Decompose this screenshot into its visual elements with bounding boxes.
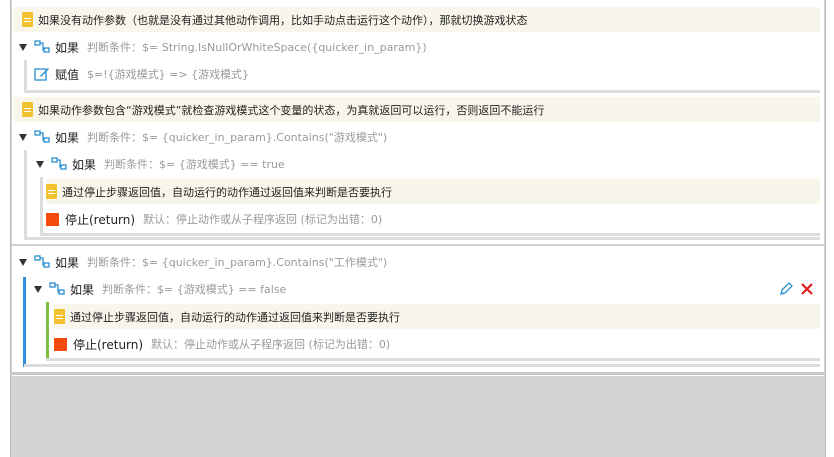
if-step-3a-header[interactable]: 如果 判断条件：$= {游戏模式} == false bbox=[30, 277, 820, 301]
stop-icon bbox=[54, 337, 67, 351]
if-step-1: 如果 判断条件：$= String.IsNullOrWhiteSpace({qu… bbox=[14, 35, 820, 93]
if-step-2-guide bbox=[24, 150, 27, 240]
collapse-caret-icon[interactable] bbox=[36, 160, 44, 168]
if-step-3-header[interactable]: 如果 判断条件：$= {quicker_in_param}.Contains("… bbox=[14, 250, 820, 274]
if-condition: 判断条件：$= {游戏模式} == false bbox=[102, 283, 287, 296]
if-condition: 判断条件：$= String.IsNullOrWhiteSpace({quick… bbox=[87, 41, 427, 54]
if-step-1-header[interactable]: 如果 判断条件：$= String.IsNullOrWhiteSpace({qu… bbox=[14, 35, 820, 59]
note-icon bbox=[22, 102, 33, 117]
if-condition: 判断条件：$= {quicker_in_param}.Contains("工作模… bbox=[87, 256, 388, 269]
if-step-3-bottom bbox=[24, 364, 820, 367]
collapse-caret-icon[interactable] bbox=[34, 285, 42, 293]
collapse-caret-icon[interactable] bbox=[19, 43, 27, 51]
comment-step-3[interactable]: 通过停止步骤返回值，自动运行的动作通过返回值来判断是否要执行 bbox=[46, 179, 820, 204]
branch-icon bbox=[34, 40, 50, 53]
selection-bar bbox=[23, 277, 26, 367]
close-icon[interactable] bbox=[800, 282, 814, 296]
inner-selection-bar bbox=[46, 302, 49, 359]
if-step-3: 如果 判断条件：$= {quicker_in_param}.Contains("… bbox=[14, 250, 820, 368]
assign-keyword: 赋值 bbox=[55, 67, 80, 82]
if-step-3a-bottom bbox=[46, 358, 820, 361]
panel-bottom-border bbox=[12, 372, 824, 375]
if-step-2a: 如果 判断条件：$= {游戏模式} == true 通过停止步骤返回值，自动运行… bbox=[32, 152, 820, 236]
if-step-2a-guide bbox=[40, 177, 43, 236]
branch-icon bbox=[49, 282, 65, 295]
comment-step-2[interactable]: 如果动作参数包含“游戏模式”就检查游戏模式这个变量的状态，为真就返回可以运行，否… bbox=[14, 97, 820, 122]
stop-icon bbox=[46, 212, 59, 226]
if-keyword: 如果 bbox=[55, 130, 80, 145]
if-step-1-guide bbox=[24, 60, 27, 93]
if-step-2: 如果 判断条件：$= {quicker_in_param}.Contains("… bbox=[14, 125, 820, 240]
assign-step[interactable]: 赋值 $=!{游戏模式} => {游戏模式} bbox=[32, 62, 818, 86]
comment-text: 通过停止步骤返回值，自动运行的动作通过返回值来判断是否要执行 bbox=[62, 185, 392, 199]
if-condition: 判断条件：$= {游戏模式} == true bbox=[104, 158, 285, 171]
if-condition: 判断条件：$= {quicker_in_param}.Contains("游戏模… bbox=[87, 131, 388, 144]
collapse-caret-icon[interactable] bbox=[19, 133, 27, 141]
stop-description: 默认：停止动作或从子程序返回 (标记为出错：0) bbox=[143, 213, 383, 226]
collapse-caret-icon[interactable] bbox=[19, 258, 27, 266]
if-keyword: 如果 bbox=[55, 255, 80, 270]
if-step-2-header[interactable]: 如果 判断条件：$= {quicker_in_param}.Contains("… bbox=[14, 125, 820, 149]
if-keyword: 如果 bbox=[55, 40, 80, 55]
note-icon bbox=[54, 309, 65, 324]
if-step-2-bottom bbox=[24, 237, 820, 240]
divider bbox=[12, 244, 824, 246]
stop-step-2[interactable]: 停止(return) 默认：停止动作或从子程序返回 (标记为出错：0) bbox=[54, 332, 820, 356]
comment-text: 如果没有动作参数（也就是没有通过其他动作调用，比如手动点击运行这个动作），那就切… bbox=[38, 13, 528, 27]
note-icon bbox=[46, 184, 57, 199]
comment-text: 通过停止步骤返回值，自动运行的动作通过返回值来判断是否要执行 bbox=[70, 310, 400, 324]
if-keyword: 如果 bbox=[70, 282, 95, 297]
if-keyword: 如果 bbox=[72, 157, 97, 172]
branch-icon bbox=[34, 130, 50, 143]
branch-icon bbox=[51, 157, 67, 170]
note-icon bbox=[22, 12, 33, 27]
comment-step-4[interactable]: 通过停止步骤返回值，自动运行的动作通过返回值来判断是否要执行 bbox=[54, 304, 820, 329]
if-step-1-bottom bbox=[24, 90, 820, 93]
if-step-2a-bottom bbox=[40, 233, 820, 236]
stop-keyword: 停止(return) bbox=[73, 337, 144, 352]
stop-description: 默认：停止动作或从子程序返回 (标记为出错：0) bbox=[151, 338, 391, 351]
assign-expression: $=!{游戏模式} => {游戏模式} bbox=[87, 68, 250, 81]
step-list-panel: 如果没有动作参数（也就是没有通过其他动作调用，比如手动点击运行这个动作），那就切… bbox=[12, 0, 824, 376]
stop-keyword: 停止(return) bbox=[65, 212, 136, 227]
comment-text: 如果动作参数包含“游戏模式”就检查游戏模式这个变量的状态，为真就返回可以运行，否… bbox=[38, 103, 545, 117]
if-step-2a-header[interactable]: 如果 判断条件：$= {游戏模式} == true bbox=[32, 152, 820, 176]
comment-step-1[interactable]: 如果没有动作参数（也就是没有通过其他动作调用，比如手动点击运行这个动作），那就切… bbox=[14, 7, 820, 32]
if-step-3a: 如果 判断条件：$= {游戏模式} == false 通过停止步骤返回值，自动运… bbox=[30, 277, 820, 361]
stop-step-1[interactable]: 停止(return) 默认：停止动作或从子程序返回 (标记为出错：0) bbox=[46, 207, 820, 231]
branch-icon bbox=[34, 255, 50, 268]
pencil-icon[interactable] bbox=[778, 281, 794, 297]
edit-icon bbox=[34, 68, 49, 81]
